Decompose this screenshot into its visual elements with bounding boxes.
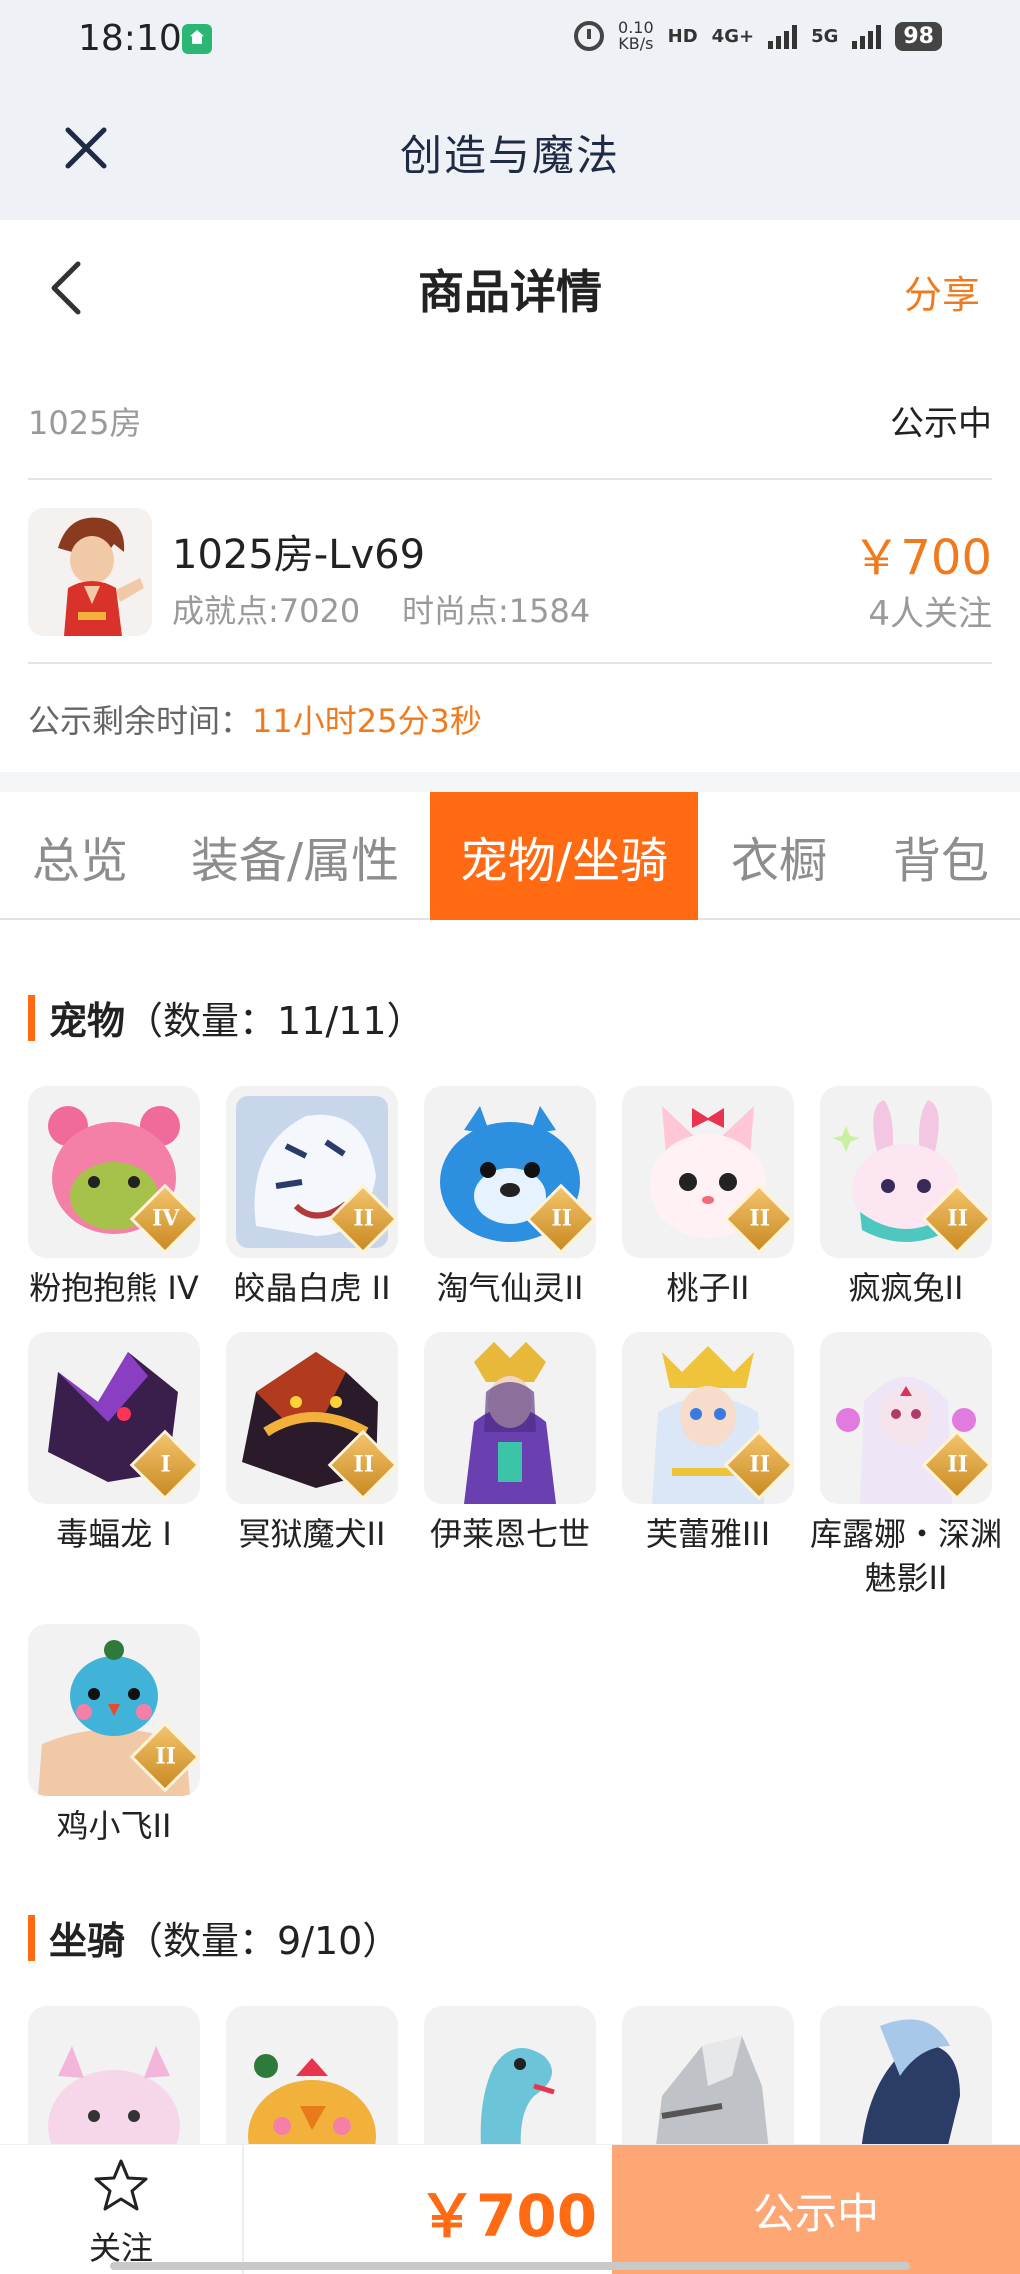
network-4g-label: 4G+ — [711, 25, 755, 47]
tab-backpack[interactable]: 背包 — [866, 792, 1016, 920]
tab-bar: 总览 装备/属性 宠物/坐骑 衣橱 背包 — [0, 792, 1020, 920]
pet-item[interactable]: I 毒蝠龙 I — [28, 1332, 200, 1556]
countdown: 公示剩余时间：11小时25分3秒 — [28, 696, 482, 742]
pet-name: 桃子II — [666, 1269, 750, 1307]
network-5g-label: 5G — [811, 25, 839, 47]
app-notification-icon — [182, 24, 212, 54]
pet-thumbnail: II — [226, 1332, 398, 1504]
status-icons: 0.10 KB/s HD 4G+ 5G 98 — [574, 20, 942, 52]
page-header: 商品详情 分享 — [0, 220, 1020, 360]
pet-thumbnail: IV — [28, 1086, 200, 1258]
signal-icon — [768, 23, 798, 49]
countdown-value: 11小时25分3秒 — [252, 702, 482, 740]
pet-thumbnail: I — [28, 1332, 200, 1504]
rank-text: II — [551, 1205, 573, 1232]
follower-count: 4人关注 — [868, 594, 992, 634]
follow-button[interactable]: 关注 — [0, 2145, 244, 2274]
pet-thumbnail: II — [820, 1332, 992, 1504]
alarm-icon — [574, 21, 605, 51]
rank-text: II — [155, 1743, 177, 1770]
rank-text: II — [353, 1205, 375, 1232]
app-top-bar: 创造与魔法 — [0, 80, 1020, 220]
pet-item[interactable]: II 皎晶白虎 II — [226, 1086, 398, 1310]
room-row: 1025房 公示中 — [28, 360, 992, 480]
rank-text: II — [749, 1205, 771, 1232]
app-title: 创造与魔法 — [399, 131, 620, 180]
item-title: 1025房-Lv69 — [172, 532, 426, 578]
pet-name: 皎晶白虎 II — [233, 1269, 391, 1307]
pet-item[interactable]: II 淘气仙灵II — [424, 1086, 596, 1310]
pet-name: 芙蕾雅III — [645, 1515, 771, 1553]
rank-text: II — [947, 1205, 969, 1232]
tab-pets-mounts[interactable]: 宠物/坐骑 — [430, 792, 698, 920]
listing-status: 公示中 — [890, 404, 992, 444]
section-accent — [28, 994, 35, 1041]
mounts-count: （数量：9/10） — [125, 1919, 401, 1963]
bottom-price: ￥700 — [418, 2182, 598, 2250]
fashion-points: 时尚点:1584 — [402, 592, 591, 630]
pet-item[interactable]: IV 粉抱抱熊 IV — [28, 1086, 200, 1310]
pet-thumbnail — [424, 1332, 596, 1504]
bottom-action-bar: 关注 ￥700 公示中 — [0, 2144, 1020, 2274]
achievement-points: 成就点:7020 — [172, 592, 361, 630]
pet-item[interactable]: II 冥狱魔犬II — [226, 1332, 398, 1556]
home-indicator[interactable] — [110, 2262, 910, 2270]
mounts-title: 坐骑 — [49, 1919, 126, 1963]
pet-item[interactable]: 伊莱恩七世 — [424, 1332, 596, 1556]
rank-text: II — [947, 1451, 969, 1478]
tab-overview[interactable]: 总览 — [0, 792, 160, 920]
hd-icon: HD — [667, 25, 698, 47]
page-title: 商品详情 — [418, 265, 602, 319]
status-button[interactable]: 公示中 — [612, 2145, 1020, 2274]
pet-name: 疯疯兔II — [848, 1269, 964, 1307]
elaine-icon — [464, 1342, 556, 1504]
clock: 18:10 — [78, 18, 182, 59]
tab-wardrobe[interactable]: 衣橱 — [704, 792, 854, 920]
character-avatar — [28, 508, 152, 636]
pet-thumbnail: II — [424, 1086, 596, 1258]
pet-name: 淘气仙灵II — [436, 1269, 584, 1307]
pets-section-title: 宠物 （数量：11/11） — [28, 990, 425, 1045]
pet-thumbnail: II — [622, 1332, 794, 1504]
pet-item[interactable]: II 鸡小飞II — [28, 1624, 200, 1848]
rank-text: II — [353, 1451, 375, 1478]
pet-item[interactable]: II 芙蕾雅III — [622, 1332, 794, 1556]
pet-name: 粉抱抱熊 IV — [29, 1269, 199, 1307]
pet-item[interactable]: II 疯疯兔II — [820, 1086, 992, 1310]
network-speed: 0.10 KB/s — [618, 20, 654, 52]
pets-title: 宠物 — [49, 999, 126, 1043]
character-portrait-icon — [28, 508, 152, 636]
pet-item[interactable]: II 桃子II — [622, 1086, 794, 1310]
network-speed-unit: KB/s — [618, 34, 654, 53]
rank-text: I — [160, 1451, 171, 1478]
pet-item[interactable]: II 库露娜・深渊魅影II — [810, 1332, 1002, 1600]
pet-thumbnail: II — [28, 1624, 200, 1796]
pets-count: （数量：11/11） — [125, 999, 425, 1043]
rank-text: II — [749, 1451, 771, 1478]
rank-text: IV — [152, 1205, 180, 1232]
section-divider — [0, 772, 1020, 792]
pet-name: 冥狱魔犬II — [238, 1515, 386, 1553]
signal-icon-2 — [852, 23, 882, 49]
item-price: ￥700 — [852, 530, 992, 586]
pet-name: 鸡小飞II — [56, 1807, 172, 1845]
tab-equipment[interactable]: 装备/属性 — [170, 792, 420, 920]
pet-thumbnail: II — [622, 1086, 794, 1258]
item-summary[interactable]: 1025房-Lv69 成就点:7020 时尚点:1584 ￥700 4人关注 — [28, 482, 992, 664]
section-accent — [28, 1914, 35, 1961]
mounts-section-title: 坐骑 （数量：9/10） — [28, 1910, 400, 1965]
status-bar: 18:10 0.10 KB/s HD 4G+ 5G 98 — [0, 0, 1020, 80]
pet-thumbnail: II — [820, 1086, 992, 1258]
room-name: 1025房 — [28, 404, 142, 442]
pet-name: 毒蝠龙 I — [56, 1515, 172, 1553]
star-icon — [94, 2159, 148, 2211]
pet-name: 库露娜・深渊魅影II — [809, 1515, 1002, 1597]
battery-icon: 98 — [895, 21, 942, 51]
countdown-label: 公示剩余时间： — [28, 702, 253, 740]
pet-name: 伊莱恩七世 — [429, 1515, 590, 1553]
share-button[interactable]: 分享 — [904, 264, 980, 319]
pet-thumbnail: II — [226, 1086, 398, 1258]
